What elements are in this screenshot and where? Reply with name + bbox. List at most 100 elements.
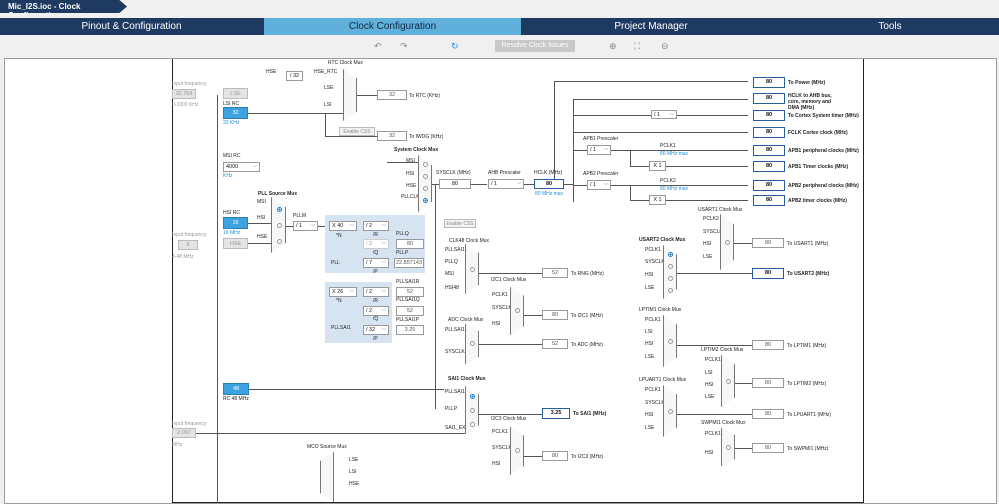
apb2-timer-output-value[interactable]: 80 [753,195,785,206]
tab-project-manager[interactable]: Project Manager [522,18,780,35]
i2c1-input-2: HSI [492,321,501,327]
swpmi1-mux-title: SWPMI1 Clock Mux [701,420,746,426]
sai1-input-1: PLLP [445,406,458,412]
hse-input-frequency[interactable]: 8 [178,240,198,250]
pllsai1n-select[interactable]: X 26 [329,287,357,297]
pllp-label: PLLP [396,250,409,256]
pllq-div-label: /Q [373,250,379,256]
i2c1-to-label: To I2C1 (MHz) [571,313,604,319]
main-tabs: Pinout & Configuration Clock Configurati… [0,18,999,35]
sys-enable-css-button[interactable]: Enable CSS [444,219,476,228]
pllm-select[interactable]: / 1 [293,221,318,231]
pllp-select[interactable]: / 7 [363,258,389,268]
lptim2-input-0: PCLK1 [705,357,721,363]
rc48-label: RC 48 MHz [223,396,249,402]
sai1-output-value[interactable]: 3.25 [542,408,570,419]
iwdg-output-value: 32 [377,131,407,141]
rc48-oscillator[interactable]: 48 [223,383,249,395]
mco-mux-title: MCO Source Mux [307,444,347,450]
apb1-prescaler-select[interactable]: / 1 [587,145,611,155]
mco-input-0: LSE [349,457,359,463]
hclk-ahb-output-value[interactable]: 80 [753,93,785,104]
plln-label: *N [336,233,342,239]
pllr-select[interactable]: / 2 [363,221,389,231]
adc-input-1: SYSCLK [445,349,465,355]
cortex-timer-divider[interactable]: / 1 [651,110,677,119]
apb2-peripheral-output-value[interactable]: 80 [753,180,785,191]
pllsai1q-div-label: /Q [373,316,379,322]
usart2-output-value[interactable]: 80 [752,268,784,279]
tab-tools[interactable]: Tools [781,18,999,35]
lptim2-mux-title: LPTIM2 Clock Mux [701,347,744,353]
pllsai1n-label: *N [336,298,342,304]
pllsai1q-select[interactable]: / 2 [363,306,389,316]
hclk-value[interactable]: 80 [534,179,564,189]
usart2-input-0: PCLK1 [645,247,661,253]
lptim2-output-value: 80 [752,378,784,388]
resolve-clock-issues-button[interactable]: Resolve Clock Issues [495,40,575,52]
hse-rtc-divider[interactable]: / 32 [286,71,303,81]
lsi-rc-oscillator[interactable]: 32 [223,107,248,119]
usart1-input-0: PCLK2 [703,216,719,222]
sys-hse-label: HSE [406,183,417,189]
i2c1-input-1: SYSCLK [492,305,512,311]
i2c3-input-0: PCLK1 [492,429,508,435]
lse-oscillator[interactable]: LSE [223,88,248,99]
sai-ext-input-frequency[interactable]: 2.097 [172,428,196,438]
zoom-in-icon[interactable]: ⊕ [609,41,617,52]
lptim2-input-1: LSI [705,370,713,376]
lptim2-input-3: LSE [705,394,715,400]
pllq-label: PLLQ [396,231,409,237]
pllsai1r-label: PLLSAI1R [396,279,420,285]
usart2-input-2: HSI [645,272,654,278]
fclk-output-value[interactable]: 80 [753,127,785,138]
apb1-timer-output-value[interactable]: 80 [753,161,785,172]
refresh-icon[interactable]: ↻ [451,41,459,52]
lptim1-output-value: 80 [752,340,784,350]
i2c1-input-0: PCLK1 [492,292,508,298]
pllsai1r-select[interactable]: / 2 [363,287,389,297]
usart2-to-label: To USART2 (MHz) [787,271,830,277]
lpuart1-input-3: LSE [645,425,655,431]
redo-icon[interactable]: ↷ [400,41,408,52]
msi-range-select[interactable]: 4000 [223,162,260,172]
fit-icon[interactable]: ⛶ [634,41,640,52]
apb2-timer-multiplier: X 1 [649,195,666,205]
pll-src-hsi-label: HSI [257,215,266,221]
ahb-prescaler-select[interactable]: / 1 [488,179,524,189]
zoom-out-icon[interactable]: ⊖ [661,41,669,52]
input-frequency-label: Input frequency [172,81,207,87]
tab-clock-configuration[interactable]: Clock Configuration [264,18,521,35]
pclk1-max: 80 MHz max [660,151,689,157]
power-output-value[interactable]: 80 [753,77,785,88]
usart2-input-1: SYSCLK [645,259,665,265]
cortex-timer-output-value[interactable]: 80 [753,110,785,121]
cortex-timer-output-label: To Cortex System timer (MHz) [788,113,859,119]
sysclk-value[interactable]: 80 [439,179,471,189]
rtc-enable-css-button[interactable]: Enable CSS [339,127,375,136]
i2c1-output-value: 80 [542,310,568,320]
pllm-label: PLLM [293,213,307,219]
hse-oscillator[interactable]: HSE [223,238,248,249]
plln-select[interactable]: X 40 [329,221,357,231]
lpuart1-output-value: 80 [752,409,784,419]
usart1-input-1: SYSCLK [703,229,723,235]
undo-icon[interactable]: ↶ [374,41,382,52]
rtc-lsi-label: LSI [324,102,332,108]
usart2-mux-title: USART2 Clock Mux [639,237,686,243]
pllsai1p-select[interactable]: / 32 [363,325,389,335]
lse-input-frequency[interactable]: 32.768 [172,89,196,99]
fclk-output-label: FCLK Cortex clock (MHz) [788,130,848,136]
breadcrumb[interactable]: Mic_I2S.ioc - Clock Configuration [0,0,127,13]
usart1-output-value: 80 [752,238,784,248]
tab-pinout[interactable]: Pinout & Configuration [0,18,263,35]
lse-range-label: 0-1000 KHz [172,102,199,108]
sai-unit-label: MHz [172,442,183,448]
apb1-timer-multiplier: X 1 [649,161,666,171]
apb2-prescaler-select[interactable]: / 1 [587,180,611,190]
toolbar: ↶ ↷ ↻ Resolve Clock Issues ⊕ ⛶ ⊖ [0,38,999,56]
pllq-select[interactable]: / 2 [363,239,389,249]
hsi-rc-oscillator[interactable]: 16 [223,217,248,229]
rng-output-value: 52 [542,268,568,278]
apb1-peripheral-output-value[interactable]: 80 [753,145,785,156]
